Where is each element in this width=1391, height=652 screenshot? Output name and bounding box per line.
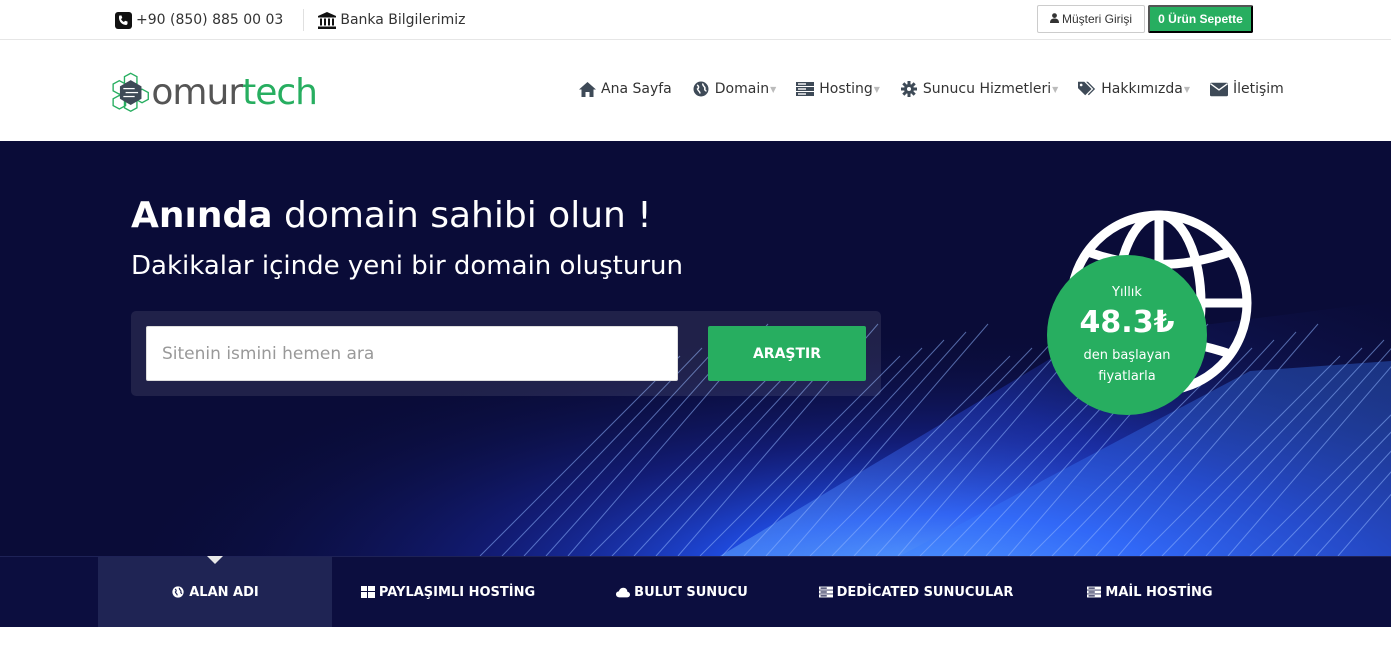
divider bbox=[303, 9, 305, 31]
nav-item-home[interactable]: Ana Sayfa bbox=[578, 80, 672, 98]
phone-icon bbox=[114, 11, 132, 29]
domain-search-box: ARAŞTIR bbox=[131, 311, 881, 396]
nav-item-about[interactable]: Hakkımızda ▼ bbox=[1078, 80, 1190, 98]
bank-info-link[interactable]: Banka Bilgilerimiz bbox=[340, 12, 465, 28]
hero-banner: Anında domain sahibi olun ! Dakikalar iç… bbox=[0, 141, 1391, 556]
chevron-down-icon: ▼ bbox=[1052, 84, 1059, 94]
bank-icon bbox=[318, 11, 337, 29]
top-bar: +90 (850) 885 00 03 Banka Bilgilerimiz M… bbox=[0, 0, 1391, 40]
server-icon bbox=[818, 585, 833, 599]
nav-item-domain[interactable]: Domain ▼ bbox=[692, 80, 776, 98]
main-header: omurtech Ana Sayfa Domain ▼ Hosting ▼ Su… bbox=[0, 40, 1391, 141]
envelope-icon bbox=[1209, 80, 1228, 98]
gear-icon bbox=[900, 80, 918, 98]
active-tab-pointer bbox=[207, 556, 223, 564]
price-badge: Yıllık 48.3₺ den başlayan fiyatlarla bbox=[1047, 255, 1207, 415]
server-icon bbox=[796, 80, 815, 98]
logo-text: omurtech bbox=[151, 71, 318, 113]
grid-icon bbox=[360, 585, 375, 599]
tab-domain[interactable]: ALAN ADI bbox=[98, 557, 332, 627]
tab-dedicated-servers[interactable]: DEDİCATED SUNUCULAR bbox=[800, 557, 1032, 627]
tab-mail-hosting[interactable]: MAİL HOSTİNG bbox=[1032, 557, 1268, 627]
globe-icon bbox=[171, 585, 185, 599]
server-icon bbox=[1087, 585, 1102, 599]
phone-number[interactable]: +90 (850) 885 00 03 bbox=[136, 12, 283, 28]
chevron-down-icon: ▼ bbox=[873, 84, 880, 94]
contact-info: +90 (850) 885 00 03 Banka Bilgilerimiz bbox=[114, 9, 465, 31]
search-button[interactable]: ARAŞTIR bbox=[708, 326, 866, 381]
hero-subtitle: Dakikalar içinde yeni bir domain oluştur… bbox=[131, 251, 684, 281]
login-label: Müşteri Girişi bbox=[1061, 12, 1132, 26]
main-nav: Ana Sayfa Domain ▼ Hosting ▼ Sunucu Hizm… bbox=[578, 80, 1304, 98]
logo-hexagon-icon bbox=[112, 72, 149, 113]
hero-title: Anında domain sahibi olun ! bbox=[131, 195, 652, 236]
badge-price: 48.3₺ bbox=[1079, 305, 1175, 340]
user-icon bbox=[1049, 12, 1059, 26]
chevron-down-icon: ▼ bbox=[770, 84, 777, 94]
cart-button[interactable]: 0 Ürün Sepette bbox=[1148, 5, 1253, 33]
globe-icon bbox=[692, 80, 710, 98]
domain-search-input[interactable] bbox=[146, 326, 678, 381]
product-tabs: ALAN ADI PAYLAŞIMLI HOSTİNG BULUT SUNUCU… bbox=[0, 556, 1391, 627]
nav-item-server-services[interactable]: Sunucu Hizmetleri ▼ bbox=[900, 80, 1058, 98]
nav-item-contact[interactable]: İletişim bbox=[1209, 80, 1284, 98]
tab-shared-hosting[interactable]: PAYLAŞIMLI HOSTİNG bbox=[332, 557, 564, 627]
nav-item-hosting[interactable]: Hosting ▼ bbox=[796, 80, 880, 98]
cloud-icon bbox=[616, 585, 631, 599]
site-logo[interactable]: omurtech bbox=[112, 56, 318, 128]
customer-login-button[interactable]: Müşteri Girişi bbox=[1037, 5, 1145, 33]
chevron-down-icon: ▼ bbox=[1183, 84, 1190, 94]
tab-cloud-server[interactable]: BULUT SUNUCU bbox=[564, 557, 800, 627]
home-icon bbox=[578, 80, 596, 98]
tags-icon bbox=[1078, 80, 1096, 98]
